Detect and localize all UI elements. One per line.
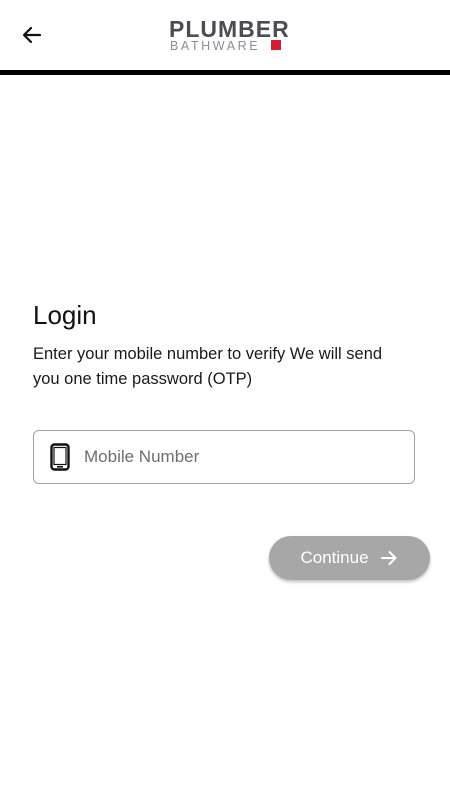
- mobile-number-input[interactable]: [84, 437, 414, 477]
- back-button[interactable]: [14, 20, 50, 50]
- logo-bottom-text: BATHWARE: [170, 39, 261, 53]
- arrow-right-icon: [380, 551, 397, 565]
- app-header: PLUMBER BATHWARE: [0, 0, 450, 70]
- logo-top-text: PLUMBER: [169, 16, 290, 42]
- brand-logo: PLUMBER BATHWARE: [169, 18, 289, 54]
- header-divider: [0, 70, 450, 75]
- login-description: Enter your mobile number to verify We wi…: [33, 345, 383, 388]
- arrow-left-icon: [22, 26, 42, 44]
- mobile-number-field[interactable]: [33, 430, 415, 484]
- page-title: Login: [33, 300, 97, 330]
- smartphone-icon: [50, 443, 70, 471]
- continue-button-label: Continue: [300, 548, 369, 567]
- continue-button[interactable]: Continue: [269, 536, 430, 580]
- logo-red-square: [271, 40, 281, 50]
